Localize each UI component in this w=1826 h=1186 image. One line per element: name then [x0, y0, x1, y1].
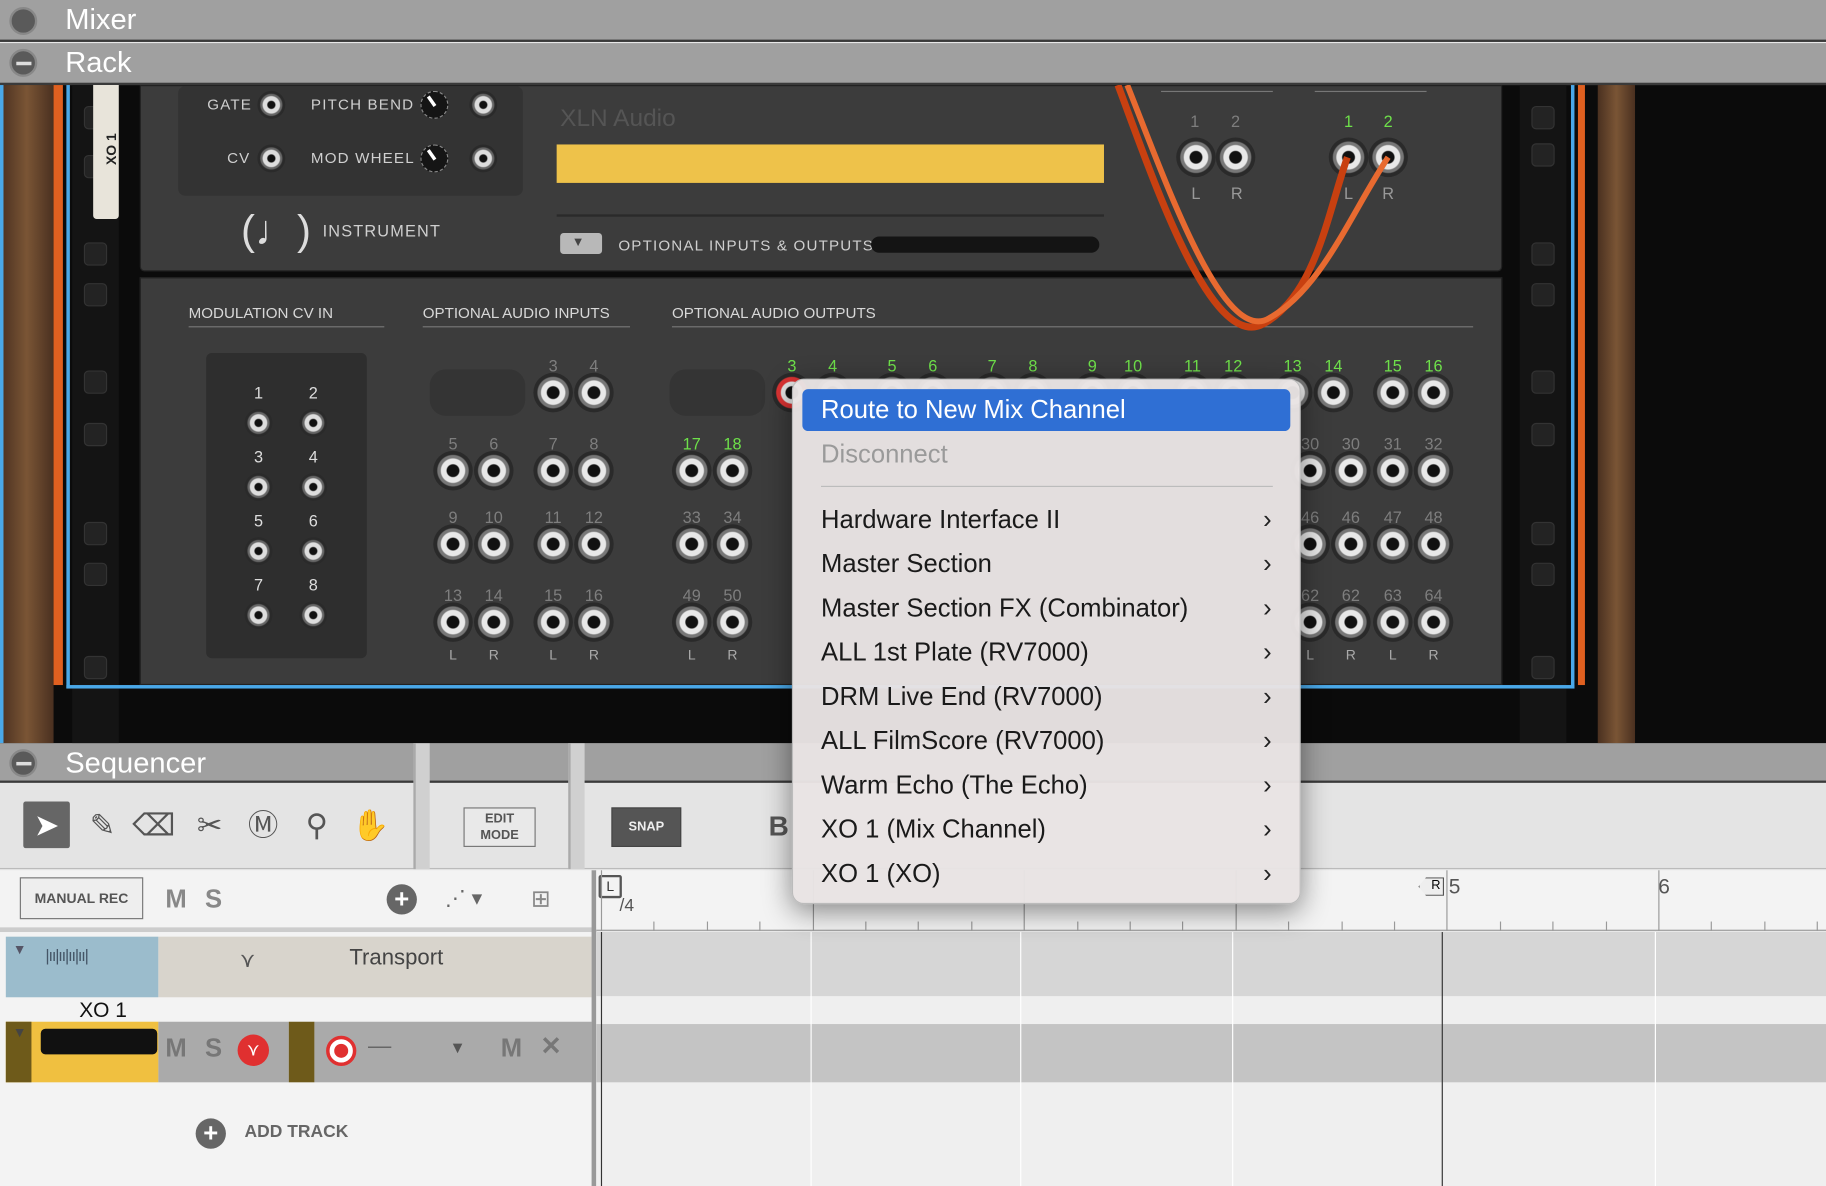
expand-triangle-icon[interactable]: ▼: [13, 1024, 27, 1040]
edit-mode-button[interactable]: EDIT MODE: [463, 807, 536, 847]
hand-tool-icon[interactable]: ✋: [347, 802, 394, 849]
automation-icon[interactable]: ⋰ ▾: [445, 887, 482, 911]
menu-item-label: Warm Echo (The Echo): [821, 770, 1088, 800]
track-list: MANUAL REC M S + ⋰ ▾ ⊞ ▼ |ıı|ıı|ıı|ıı| ⋎…: [0, 870, 597, 1186]
menu-item[interactable]: Route to New Mix Channel: [802, 389, 1291, 432]
bar-6-label: 6: [1658, 874, 1670, 899]
menu-item-label: Hardware Interface II: [821, 504, 1061, 534]
snap-button[interactable]: SNAP: [611, 807, 682, 847]
xo1-solo-button[interactable]: S: [205, 1033, 222, 1063]
lane-dropdown-icon[interactable]: ▼: [450, 1038, 466, 1057]
sequencer-panel-title: Sequencer: [65, 746, 207, 780]
menu-item: Disconnect: [802, 433, 1290, 475]
menu-item[interactable]: Hardware Interface II ›: [802, 499, 1290, 541]
rack-panel-bar[interactable]: Rack: [0, 43, 1826, 86]
menu-item[interactable]: Master Section FX (Combinator) ›: [802, 587, 1290, 629]
menu-item-label: Disconnect: [821, 439, 948, 469]
rack-collapse-toggle[interactable]: [9, 48, 38, 77]
menu-item-label: ALL 1st Plate (RV7000): [821, 637, 1089, 667]
menu-item-label: XO 1 (Mix Channel): [821, 814, 1046, 844]
toolbar-divider: [413, 743, 430, 870]
chevron-right-icon: ›: [1263, 681, 1272, 711]
rack-panel-title: Rack: [65, 46, 132, 80]
snap-value-partial[interactable]: B: [769, 811, 789, 844]
transport-track-header[interactable]: ⋎ Transport: [158, 936, 592, 998]
chevron-right-icon: ›: [1263, 548, 1272, 578]
chevron-right-icon: ›: [1263, 858, 1272, 888]
transport-track-name: Transport: [349, 946, 444, 971]
rack-selection-edge: [0, 85, 7, 744]
sequencer-collapse-toggle[interactable]: [9, 749, 38, 778]
xo1-track-name[interactable]: XO 1: [79, 998, 127, 1022]
menu-item-label: DRM Live End (RV7000): [821, 681, 1103, 711]
xo1-automation-icon[interactable]: ⋎: [237, 1034, 270, 1067]
time-signature: /4: [619, 895, 635, 916]
chevron-right-icon: ›: [1263, 725, 1272, 755]
right-locator-line: [1441, 932, 1443, 1186]
menu-item[interactable]: XO 1 (XO) ›: [802, 853, 1290, 895]
select-tool-icon[interactable]: ➤: [23, 801, 70, 849]
transport-automation-icon: ⋎: [239, 948, 256, 972]
lane-mute-button[interactable]: M: [501, 1033, 522, 1063]
mute-tool-icon[interactable]: Ⓜ: [240, 802, 287, 849]
transport-track-color[interactable]: ▼ |ıı|ıı|ıı|ıı|: [5, 936, 159, 998]
expand-triangle-icon[interactable]: ▼: [13, 941, 27, 957]
xo1-track-color[interactable]: ▼: [5, 1021, 159, 1083]
mixer-collapse-toggle[interactable]: [9, 6, 38, 35]
menu-item[interactable]: Warm Echo (The Echo) ›: [802, 764, 1290, 806]
menu-item-label: Master Section FX (Combinator): [821, 593, 1189, 623]
chevron-right-icon: ›: [1263, 637, 1272, 667]
manual-rec-button[interactable]: MANUAL REC: [19, 877, 144, 920]
lane-dash: —: [367, 1033, 392, 1060]
menu-item[interactable]: DRM Live End (RV7000) ›: [802, 676, 1290, 718]
menu-item[interactable]: Master Section ›: [802, 543, 1290, 585]
add-track-icon[interactable]: +: [195, 1118, 226, 1149]
context-menu: Route to New Mix Channel Disconnect Hardwa…: [791, 378, 1301, 905]
device-thumb-icon: [40, 1028, 158, 1055]
menu-item[interactable]: ALL 1st Plate (RV7000) ›: [802, 631, 1290, 673]
add-track-button[interactable]: ADD TRACK: [245, 1122, 349, 1142]
xo1-lane-controls: — ▼ M ✕: [314, 1021, 592, 1083]
left-locator-line: [600, 932, 603, 1186]
eraser-tool-icon[interactable]: ⌫: [130, 802, 177, 849]
menu-separator: [821, 485, 1273, 487]
xo1-mute-button[interactable]: M: [165, 1033, 186, 1063]
xo1-track-controls: M S ⋎: [158, 1021, 289, 1083]
chevron-right-icon: ›: [1263, 770, 1272, 800]
ruler-icon: |ıı|ıı|ıı|ıı|: [45, 946, 88, 965]
menu-item[interactable]: ALL FilmScore (RV7000) ›: [802, 720, 1290, 762]
menu-item[interactable]: XO 1 (Mix Channel) ›: [802, 809, 1290, 851]
toolbar-divider: [568, 743, 585, 870]
chevron-right-icon: ›: [1263, 593, 1272, 623]
menu-item-label: Route to New Mix Channel: [821, 394, 1126, 425]
bar-5-label: 5: [1448, 874, 1461, 899]
menu-item-label: Master Section: [821, 548, 992, 578]
add-track-plus-icon[interactable]: +: [386, 884, 417, 915]
master-solo-button[interactable]: S: [205, 884, 222, 914]
master-mute-button[interactable]: M: [165, 884, 186, 914]
arrangement-lanes[interactable]: [596, 932, 1826, 1186]
chevron-right-icon: ›: [1263, 504, 1272, 534]
record-enable-button[interactable]: [326, 1035, 357, 1067]
pencil-tool-icon[interactable]: ✎: [79, 802, 126, 849]
chevron-right-icon: ›: [1263, 814, 1272, 844]
magnify-tool-icon[interactable]: ⚲: [293, 802, 340, 849]
lane-delete-icon[interactable]: ✕: [540, 1031, 561, 1061]
mixer-panel-title: Mixer: [65, 3, 137, 37]
right-locator-marker[interactable]: R: [1418, 877, 1445, 896]
mixer-panel-bar[interactable]: Mixer: [0, 0, 1826, 42]
razor-tool-icon[interactable]: ✂: [186, 802, 233, 849]
menu-item-label: ALL FilmScore (RV7000): [821, 725, 1105, 755]
menu-item-label: XO 1 (XO): [821, 858, 941, 888]
grid-view-icon[interactable]: ⊞: [531, 884, 551, 913]
